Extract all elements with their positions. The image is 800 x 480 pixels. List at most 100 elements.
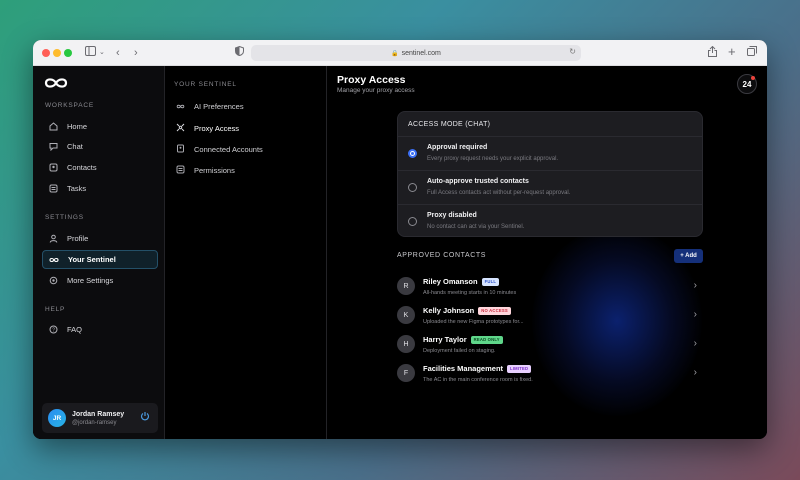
access-badge: FULL <box>481 277 500 286</box>
radio-unselected[interactable] <box>408 183 417 192</box>
access-badge: NO ACCESS <box>478 306 511 315</box>
close-window-button[interactable] <box>42 49 50 57</box>
option-title: Approval required <box>427 144 488 151</box>
list-item[interactable]: F Facilities Management LIMITED The AC i… <box>397 361 703 387</box>
home-icon <box>48 122 58 132</box>
access-mode-option-proxy-disabled[interactable]: Proxy disabled No contact can act via yo… <box>398 204 702 238</box>
chevron-right-icon[interactable]: › <box>694 309 697 320</box>
app-root: WORKSPACE Home Chat Contacts Tasks SETTI… <box>33 66 767 439</box>
sidebar-item-contacts[interactable]: Contacts <box>42 158 158 177</box>
user-profile-card[interactable]: JR Jordan Ramsey @jordan-ramsey <box>42 403 158 433</box>
address-bar[interactable]: 🔒 sentinel.com ↻ <box>251 45 581 61</box>
back-arrow-icon[interactable]: ‹ <box>116 46 120 60</box>
url-text: sentinel.com <box>401 49 441 57</box>
list-item[interactable]: R Riley Omanson FULL All-hands meeting s… <box>397 274 703 300</box>
subnav-item-label: Permissions <box>194 166 235 175</box>
contact-message: The AC in the main conference room is fi… <box>423 377 533 383</box>
chevron-right-icon[interactable]: › <box>694 338 697 349</box>
tasks-icon <box>48 184 58 194</box>
avatar: JR <box>48 409 66 427</box>
forward-arrow-icon[interactable]: › <box>134 46 138 60</box>
access-mode-card: ACCESS MODE (CHAT) Approval required Eve… <box>397 111 703 237</box>
maximize-window-button[interactable] <box>64 49 72 57</box>
option-description: Every proxy request needs your explicit … <box>427 156 559 162</box>
sidebar-item-home[interactable]: Home <box>42 117 158 136</box>
sidebar-item-more-settings[interactable]: More Settings <box>42 271 158 290</box>
subnav-item-connected-accounts[interactable]: Connected Accounts <box>176 144 263 155</box>
help-circle-icon: ? <box>48 325 58 335</box>
chevron-right-icon[interactable]: › <box>694 280 697 291</box>
sidebar-item-tasks[interactable]: Tasks <box>42 179 158 198</box>
new-tab-icon[interactable]: + <box>728 45 736 59</box>
help-section-label: HELP <box>45 306 66 313</box>
contacts-icon <box>48 163 58 173</box>
contact-name: Harry Taylor <box>423 335 467 344</box>
option-title: Proxy disabled <box>427 212 477 219</box>
sidebar-item-label: More Settings <box>67 276 114 285</box>
permissions-icon <box>176 165 186 176</box>
subnav-item-proxy-access[interactable]: Proxy Access <box>176 123 239 134</box>
add-contact-button[interactable]: + Add <box>674 249 703 263</box>
contact-name: Facilities Management <box>423 364 504 373</box>
infinity-icon <box>176 102 186 111</box>
infinity-icon <box>49 255 59 265</box>
contact-name: Riley Omanson <box>423 277 478 286</box>
browser-toolbar: ⌄ ‹ › 🔒 sentinel.com ↻ + <box>33 40 767 66</box>
sidebar-item-label: Your Sentinel <box>68 255 116 264</box>
option-description: Full Access contacts act without per-req… <box>427 190 571 196</box>
subnav-item-ai-preferences[interactable]: AI Preferences <box>176 102 244 111</box>
page-title: Proxy Access <box>337 74 406 86</box>
settings-section-label: SETTINGS <box>45 214 84 221</box>
user-name: Jordan Ramsey <box>72 410 125 418</box>
sidebar-item-your-sentinel[interactable]: Your Sentinel <box>42 250 158 269</box>
workspace-section-label: WORKSPACE <box>45 102 94 109</box>
sidebar-item-label: Chat <box>67 142 83 151</box>
notification-button[interactable]: 24 <box>737 74 757 94</box>
reload-icon[interactable]: ↻ <box>569 47 576 56</box>
radio-selected[interactable] <box>408 149 417 158</box>
access-badge: LIMITED <box>507 364 532 373</box>
sidebar-item-label: Home <box>67 122 88 131</box>
avatar: H <box>397 335 415 353</box>
your-sentinel-subnav: YOUR SENTINEL AI Preferences Proxy Acces… <box>165 66 327 439</box>
contact-message: Uploaded the new Figma prototypes for... <box>423 319 524 325</box>
avatar: F <box>397 364 415 382</box>
access-mode-option-approval-required[interactable]: Approval required Every proxy request ne… <box>398 136 702 170</box>
avatar: R <box>397 277 415 295</box>
minimize-window-button[interactable] <box>53 49 61 57</box>
tab-overview-icon[interactable] <box>747 46 757 60</box>
user-handle: @jordan-ramsey <box>72 419 117 426</box>
sidebar-toggle-icon[interactable] <box>85 46 96 60</box>
notification-count: 24 <box>742 79 752 89</box>
list-item[interactable]: H Harry Taylor READ ONLY Deployment fail… <box>397 332 703 358</box>
power-icon[interactable] <box>140 411 150 424</box>
sidebar-item-profile[interactable]: Profile <box>42 229 158 248</box>
proxy-icon <box>176 123 186 134</box>
list-item[interactable]: K Kelly Johnson NO ACCESS Uploaded the n… <box>397 303 703 329</box>
sentinel-logo[interactable] <box>44 76 68 94</box>
subnav-section-label: YOUR SENTINEL <box>174 81 237 88</box>
gear-icon <box>48 276 58 286</box>
subnav-item-label: AI Preferences <box>194 102 244 111</box>
contact-message: All-hands meeting starts in 10 minutes <box>423 290 517 296</box>
page-subtitle: Manage your proxy access <box>337 87 415 94</box>
radio-unselected[interactable] <box>408 217 417 226</box>
shield-icon[interactable] <box>235 45 244 60</box>
browser-window: ⌄ ‹ › 🔒 sentinel.com ↻ + WORKSPACE Home … <box>33 40 767 439</box>
sidebar-item-faq[interactable]: ? FAQ <box>42 320 158 339</box>
chevron-down-icon[interactable]: ⌄ <box>99 46 105 60</box>
notification-dot <box>751 76 755 80</box>
subnav-item-label: Connected Accounts <box>194 145 263 154</box>
sidebar-item-chat[interactable]: Chat <box>42 137 158 156</box>
svg-text:?: ? <box>52 327 55 333</box>
main-content: Proxy Access Manage your proxy access 24… <box>327 66 767 439</box>
sidebar-item-label: Tasks <box>67 184 87 193</box>
chat-icon <box>48 142 58 152</box>
share-icon[interactable] <box>708 45 717 61</box>
access-mode-option-auto-approve[interactable]: Auto-approve trusted contacts Full Acces… <box>398 170 702 204</box>
sidebar-item-label: Profile <box>67 234 89 243</box>
contact-message: Deployment failed on staging. <box>423 348 496 354</box>
chevron-right-icon[interactable]: › <box>694 367 697 378</box>
access-badge: READ ONLY <box>470 335 503 344</box>
subnav-item-permissions[interactable]: Permissions <box>176 165 235 176</box>
